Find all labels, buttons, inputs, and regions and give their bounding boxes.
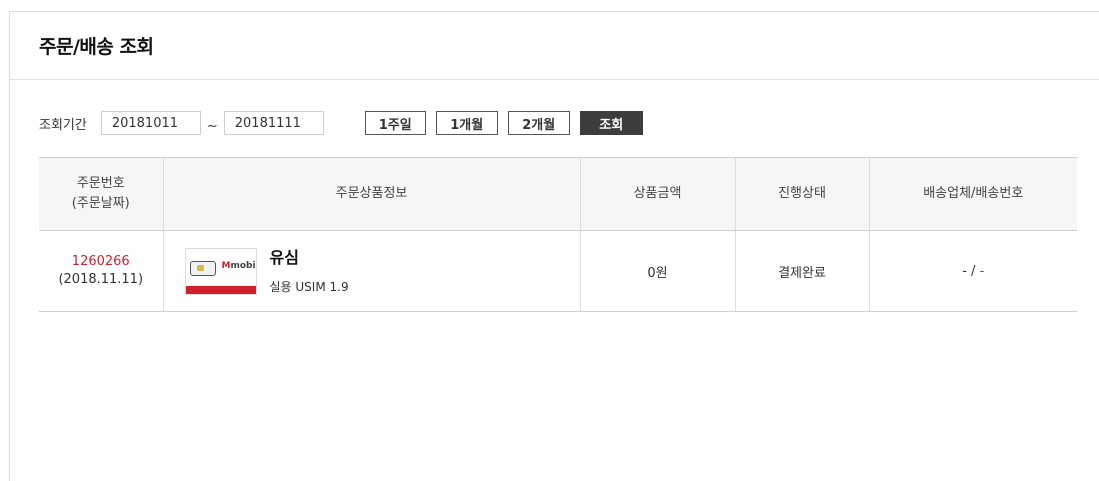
- product-info-cell: Mmobile 유심 실용 USIM 1.9: [162, 230, 580, 312]
- search-button[interactable]: 조회: [579, 111, 643, 135]
- shipping-cell: - / -: [868, 230, 1077, 312]
- two-months-button[interactable]: 2개월: [507, 111, 570, 135]
- title-bar: 주문/배송 조회: [10, 12, 1099, 80]
- price-cell: 0원: [579, 230, 735, 312]
- one-month-button[interactable]: 1개월: [435, 111, 498, 135]
- start-date-input[interactable]: [100, 111, 201, 135]
- page-title: 주문/배송 조회: [39, 36, 154, 58]
- brand-logo: Mmobile: [221, 260, 256, 271]
- end-date-input[interactable]: [223, 111, 324, 135]
- product-name[interactable]: 유심: [270, 248, 349, 268]
- order-lookup-panel: 주문/배송 조회 조회기간 ~ 1주일 1개월 2개월 조회 주문번호 (주문날…: [9, 11, 1099, 481]
- status-cell: 결제완료: [734, 230, 869, 312]
- header-order-no-label: 주문번호: [76, 176, 125, 191]
- date-range-separator: ~: [206, 118, 218, 134]
- product-description: 실용 USIM 1.9: [269, 279, 349, 294]
- table-header-row: 주문번호 (주문날짜) 주문상품정보 상품금액 진행상태 배송업체/배송번호: [39, 157, 1077, 231]
- order-no-cell: 1260266 (2018.11.11): [39, 230, 163, 312]
- period-label: 조회기간: [39, 117, 87, 133]
- one-week-button[interactable]: 1주일: [364, 111, 426, 135]
- header-price: 상품금액: [579, 157, 735, 231]
- header-shipping: 배송업체/배송번호: [868, 157, 1077, 231]
- header-order-date-label: (주문날짜): [71, 196, 130, 211]
- sim-chip-icon: [189, 260, 216, 276]
- shipping-separator: /: [966, 263, 980, 279]
- thumbnail-red-strip: [185, 285, 256, 294]
- header-order-no: 주문번호 (주문날짜): [39, 157, 163, 231]
- header-product-info: 주문상품정보: [162, 157, 580, 231]
- order-number-link[interactable]: 1260266: [39, 253, 163, 271]
- header-status: 진행상태: [734, 157, 869, 231]
- tracking-number: -: [979, 263, 985, 279]
- search-filter-row: 조회기간 ~ 1주일 1개월 2개월 조회: [39, 111, 643, 135]
- order-date: (2018.11.11): [58, 272, 144, 287]
- table-row: 1260266 (2018.11.11) Mmobile 유심 실용 USIM …: [39, 230, 1077, 312]
- product-thumbnail-image[interactable]: Mmobile: [184, 247, 257, 295]
- orders-table: 주문번호 (주문날짜) 주문상품정보 상품금액 진행상태 배송업체/배송번호 1…: [39, 157, 1077, 312]
